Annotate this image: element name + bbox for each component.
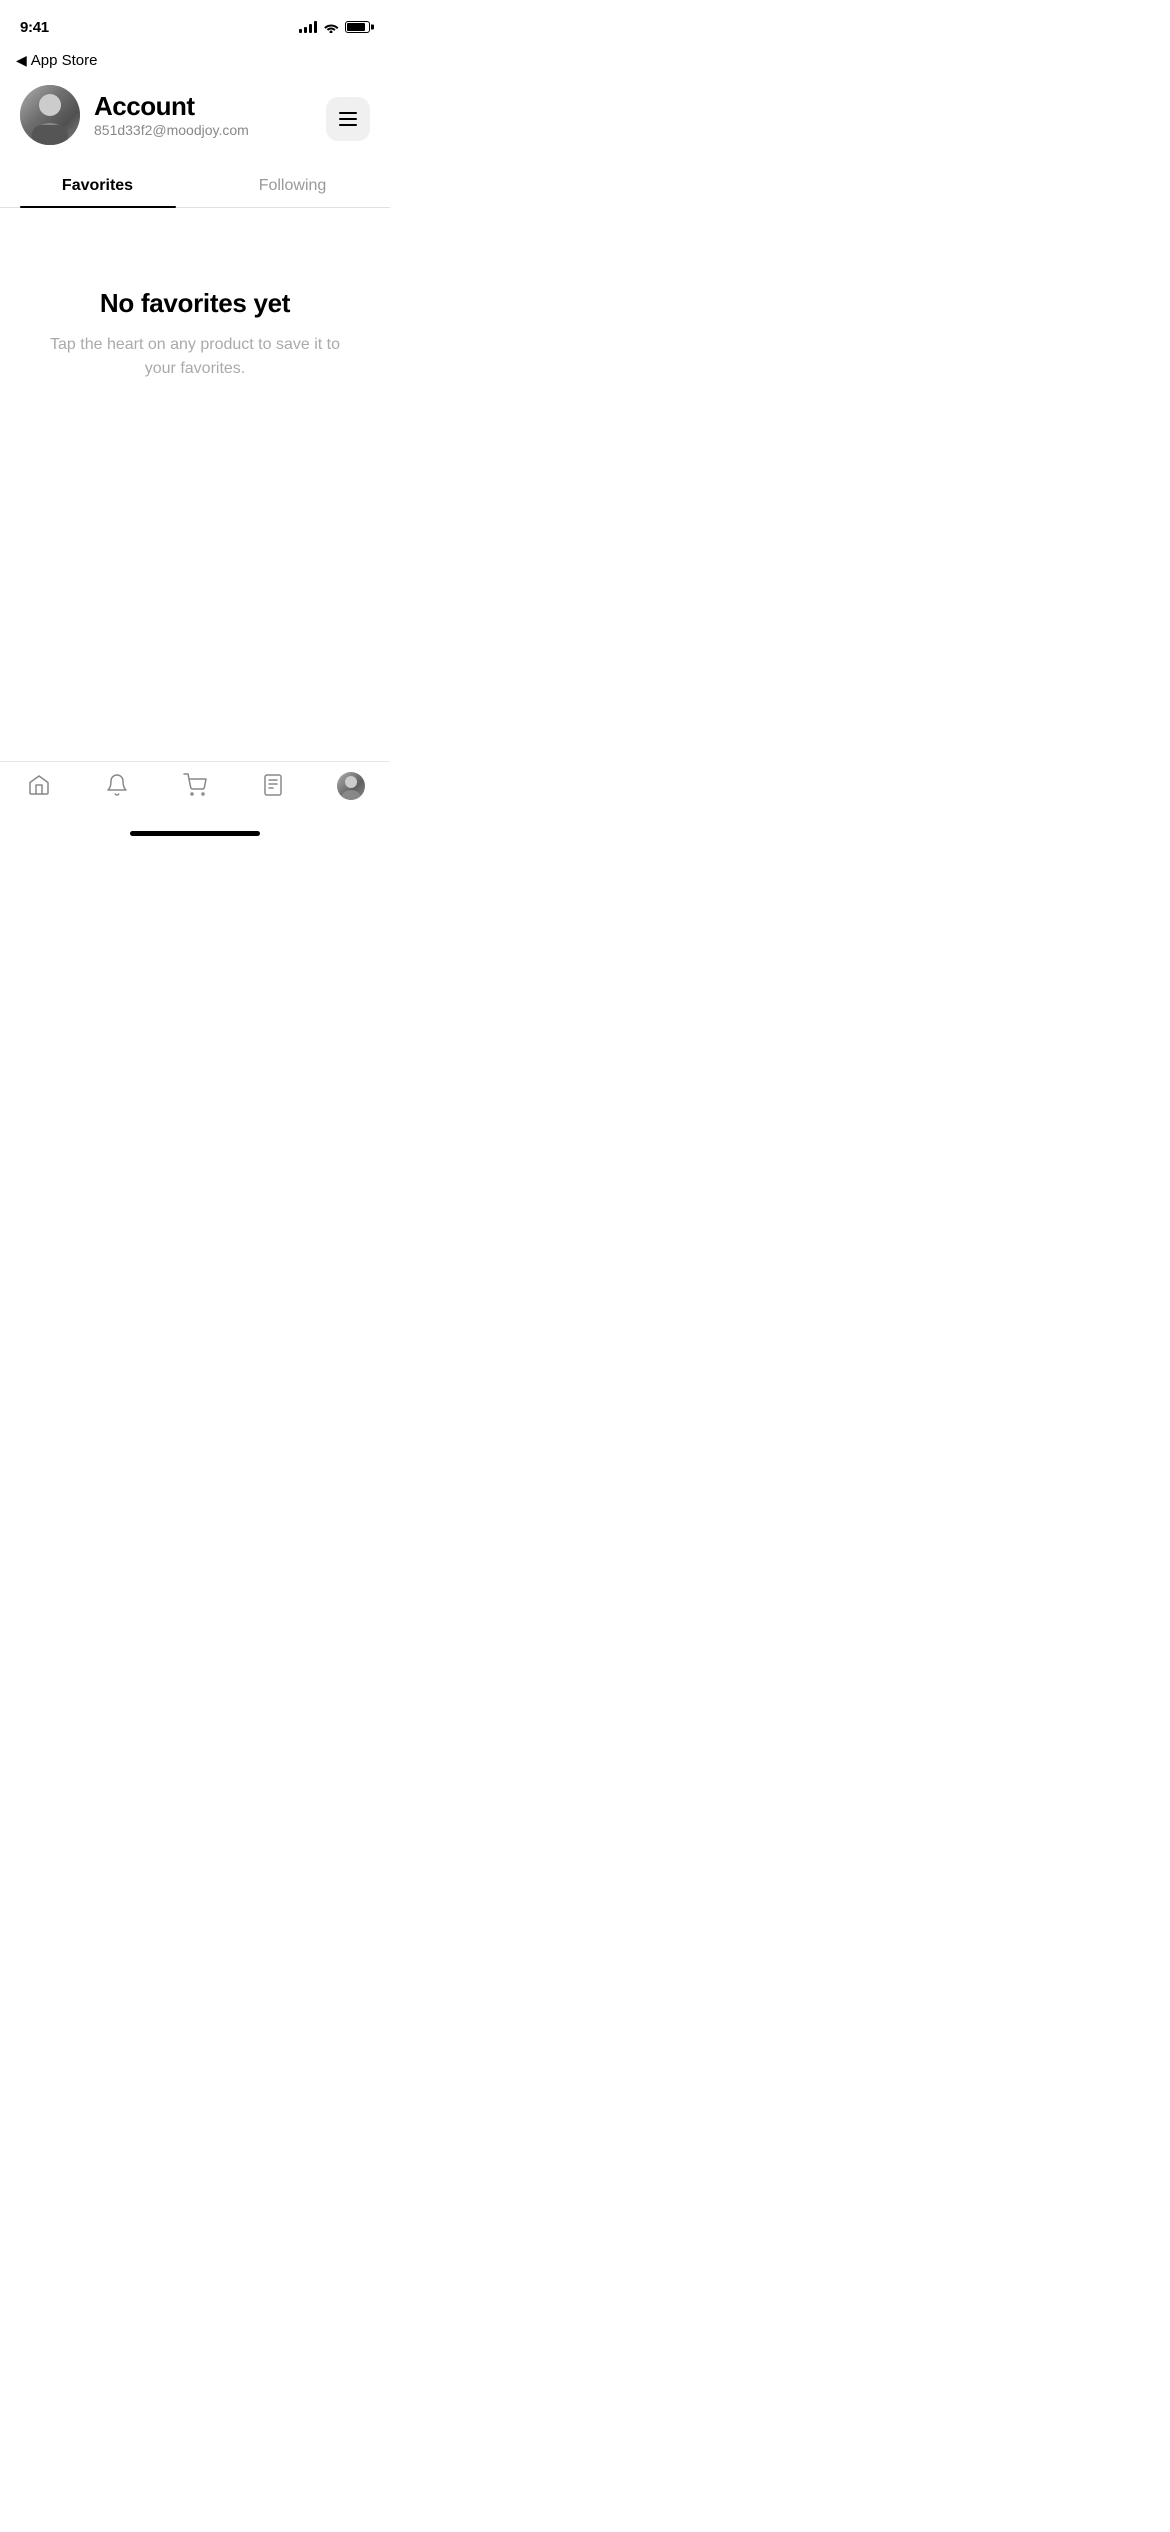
bottom-tab-orders[interactable] — [234, 772, 312, 798]
empty-state: No favorites yet Tap the heart on any pr… — [0, 208, 390, 421]
battery-icon — [345, 21, 370, 33]
tab-favorites[interactable]: Favorites — [0, 165, 195, 207]
bottom-tab-cart[interactable] — [156, 772, 234, 798]
bell-icon — [104, 772, 130, 798]
back-label: App Store — [31, 52, 98, 69]
back-navigation[interactable]: ◀ App Store — [0, 48, 390, 77]
hamburger-icon — [339, 124, 357, 126]
status-time: 9:41 — [20, 19, 49, 36]
signal-icon — [299, 21, 317, 33]
wifi-icon — [323, 21, 339, 33]
status-bar: 9:41 — [0, 0, 390, 48]
avatar-silhouette — [20, 87, 80, 145]
home-icon — [26, 772, 52, 798]
hamburger-icon — [339, 118, 357, 120]
orders-icon — [260, 772, 286, 798]
bottom-tab-profile[interactable] — [312, 772, 390, 800]
tab-following[interactable]: Following — [195, 165, 390, 207]
back-arrow-icon: ◀ — [16, 52, 27, 69]
status-icons — [299, 21, 370, 33]
tab-bar-top: Favorites Following — [0, 165, 390, 208]
bottom-tab-home[interactable] — [0, 772, 78, 798]
cart-icon — [182, 772, 208, 798]
empty-state-subtitle: Tap the heart on any product to save it … — [40, 333, 350, 381]
menu-button[interactable] — [326, 97, 370, 141]
home-indicator — [130, 831, 260, 836]
bottom-tab-notifications[interactable] — [78, 772, 156, 798]
empty-state-title: No favorites yet — [100, 288, 290, 319]
profile-tab-avatar — [337, 772, 365, 800]
hamburger-icon — [339, 112, 357, 114]
profile-header: Account 851d33f2@moodjoy.com — [0, 77, 390, 161]
avatar — [20, 85, 80, 145]
